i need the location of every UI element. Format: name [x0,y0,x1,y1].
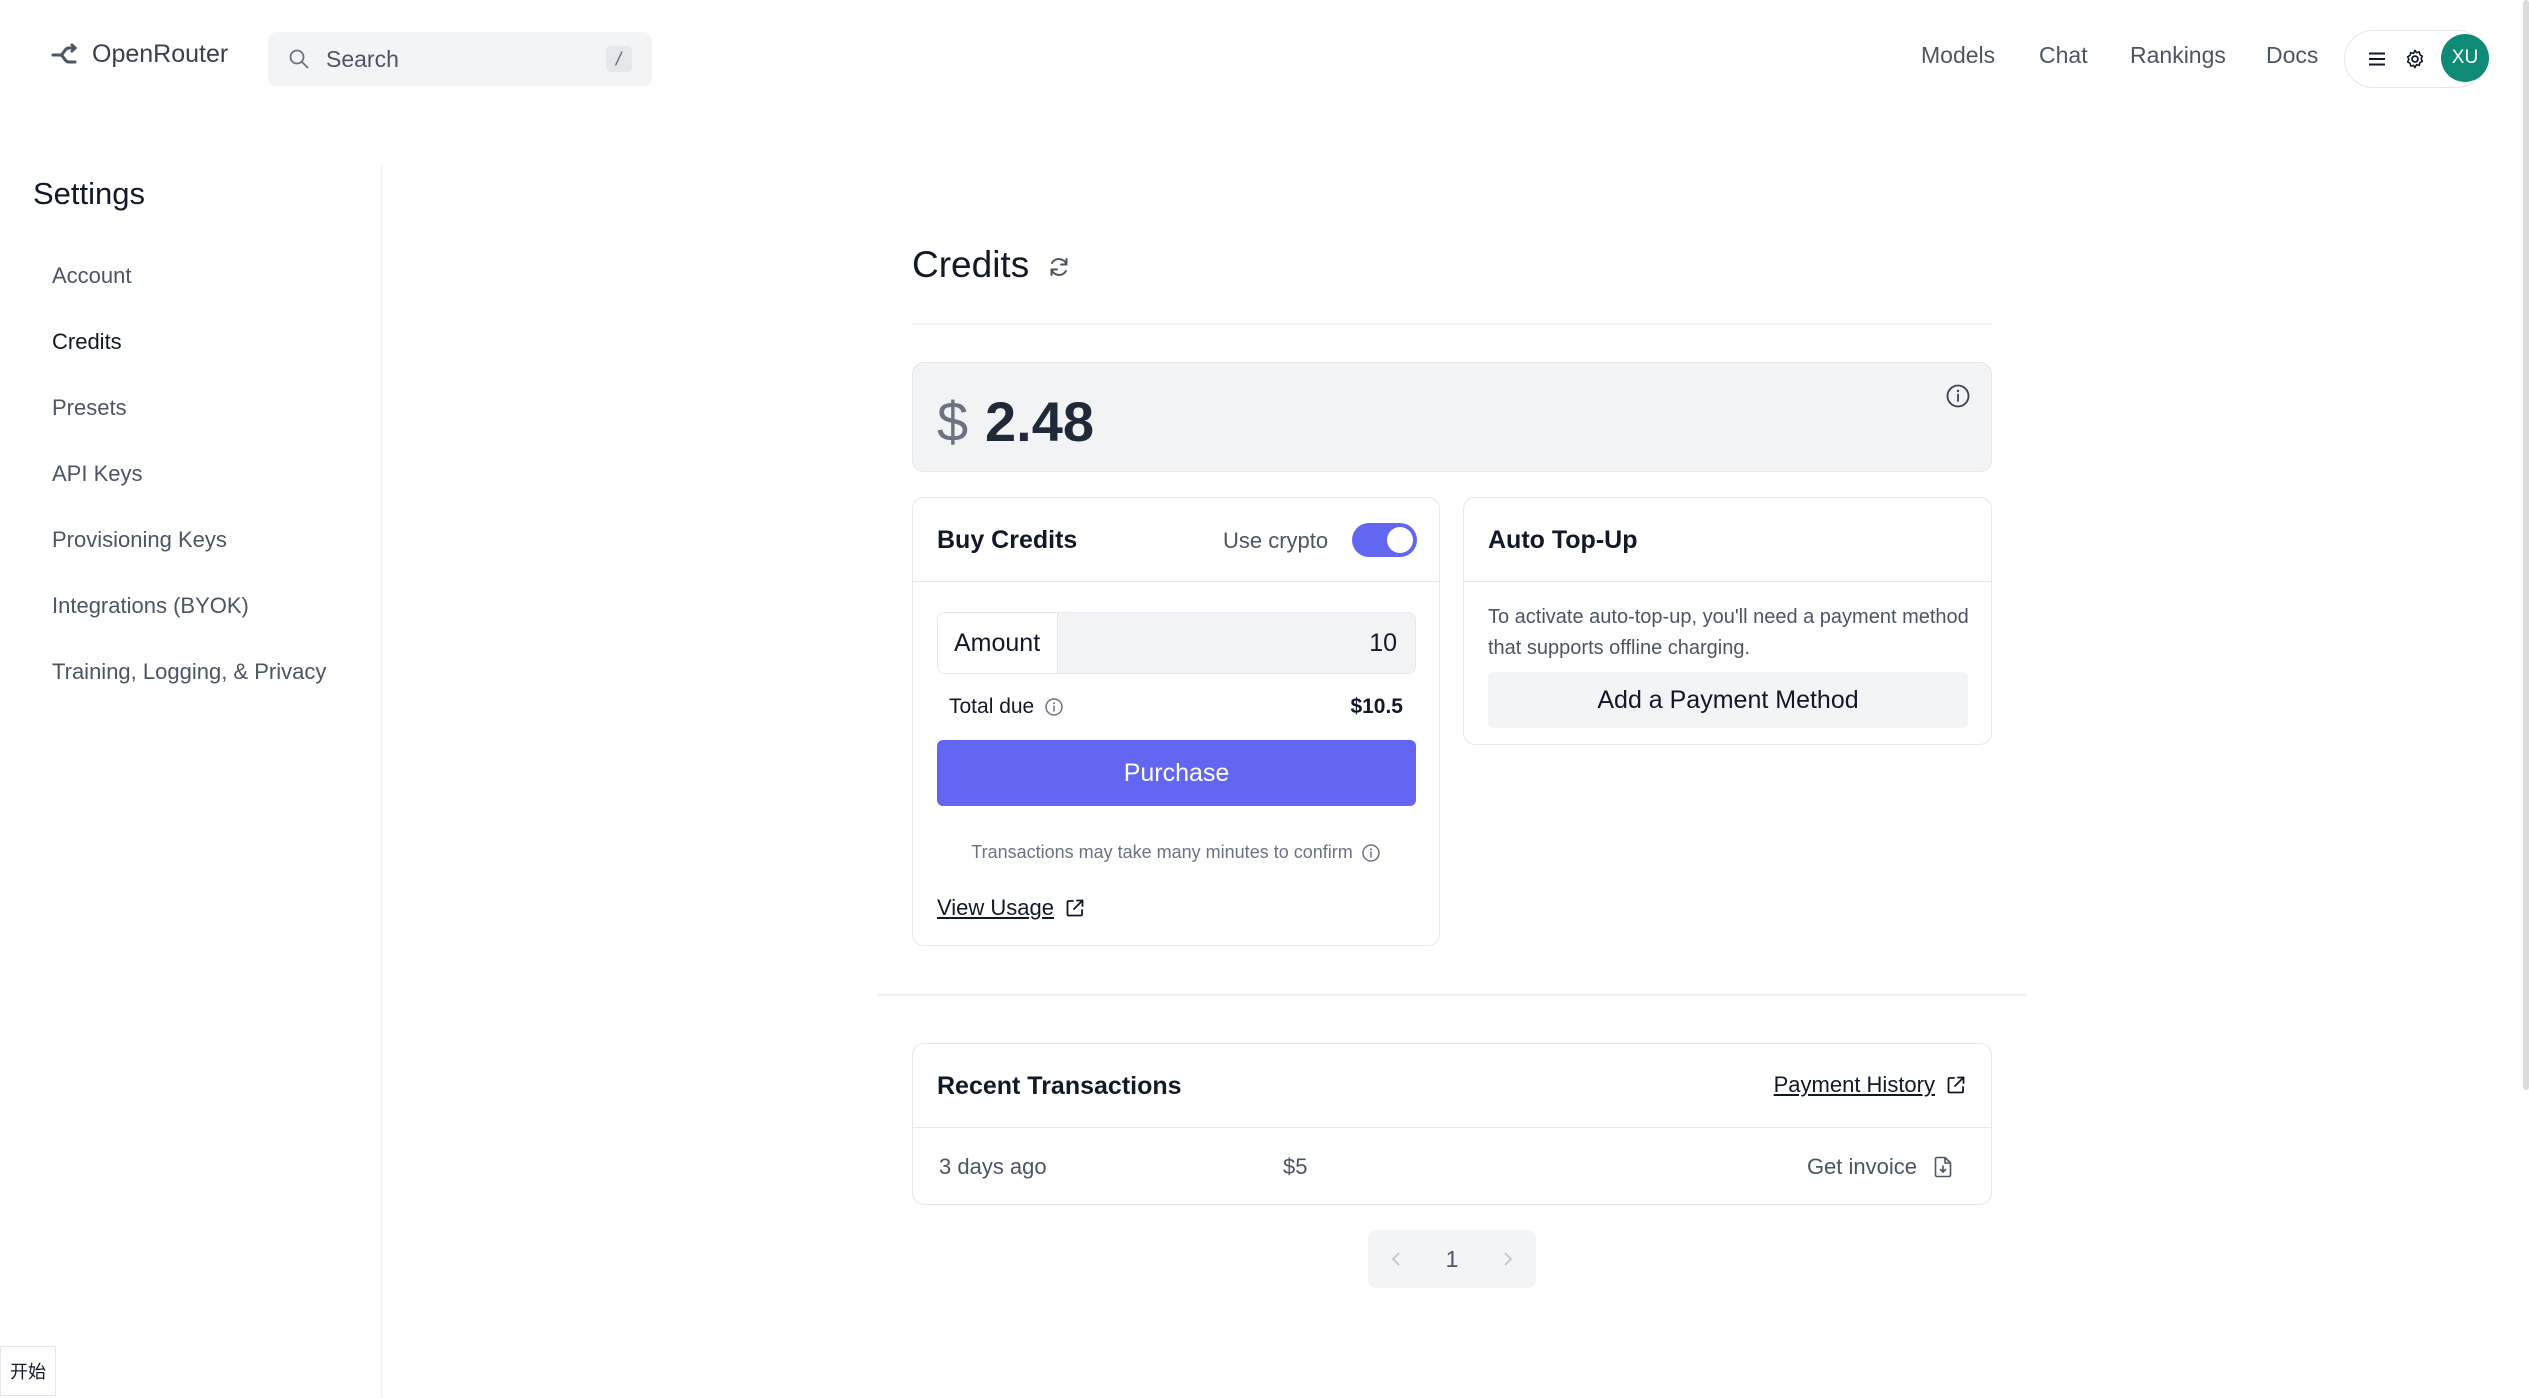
search-icon [289,49,309,69]
sidebar-item-account[interactable]: Account [52,263,132,289]
openrouter-logo-icon [51,42,77,63]
info-icon[interactable] [1361,843,1381,863]
payment-history-link[interactable]: Payment History [1774,1072,1967,1098]
buy-credits-card: Buy Credits Use crypto Amount 10 Total d… [912,497,1440,946]
sidebar-item-api-keys[interactable]: API Keys [52,461,142,487]
search-shortcut-hint: / [606,46,632,72]
start-button[interactable]: 开始 [0,1346,56,1396]
pagination: 1 [1368,1230,1536,1288]
get-invoice-label: Get invoice [1806,1154,1917,1179]
add-payment-method-button[interactable]: Add a Payment Method [1488,672,1968,728]
sidebar-item-privacy[interactable]: Training, Logging, & Privacy [52,659,326,685]
auto-topup-description: To activate auto-top-up, you'll need a p… [1488,606,1969,659]
use-crypto-toggle[interactable] [1352,523,1417,557]
brand-name: OpenRouter [92,40,229,68]
sidebar-item-integrations[interactable]: Integrations (BYOK) [52,593,249,619]
info-icon[interactable] [1044,697,1064,717]
top-header: OpenRouter Search / Models Chat Rankings… [0,0,2529,118]
nav-rankings[interactable]: Rankings [2130,42,2226,69]
purchase-button[interactable]: Purchase [937,740,1416,806]
search-placeholder: Search [326,45,399,72]
user-menu[interactable]: XU [2344,30,2489,88]
recent-transactions-card: Recent Transactions Payment History 3 da… [912,1043,1992,1205]
sidebar-item-credits[interactable]: Credits [52,329,122,355]
sidebar-title: Settings [33,176,146,211]
balance-currency: $ [937,390,969,453]
get-invoice-button[interactable]: Get invoice [1807,1154,1953,1180]
title-divider [912,323,1992,325]
sidebar-item-presets[interactable]: Presets [52,395,127,421]
toggle-knob [1387,527,1413,553]
section-divider [877,994,2027,996]
settings-sidebar: Settings Account Credits Presets API Key… [0,165,382,1398]
buy-credits-title: Buy Credits [937,526,1078,554]
avatar[interactable]: XU [2441,34,2489,82]
amount-input[interactable]: 10 [1058,613,1415,673]
refresh-icon[interactable] [1047,255,1071,279]
total-due: Total due [949,695,1064,719]
gear-icon[interactable] [2403,47,2427,71]
external-link-icon [1066,899,1084,917]
total-due-value: $10.5 [1350,695,1403,718]
auto-topup-header: Auto Top-Up [1464,498,1991,582]
page-title-text: Credits [912,244,1030,285]
menu-icon[interactable] [2365,47,2389,71]
transaction-amount: $5 [1283,1154,1308,1179]
transaction-date: 3 days ago [939,1154,1047,1179]
amount-label: Amount [938,613,1058,673]
auto-topup-title: Auto Top-Up [1488,526,1638,554]
buy-credits-header: Buy Credits Use crypto [913,498,1439,582]
document-icon [1934,1156,1952,1178]
payment-history-label: Payment History [1773,1072,1935,1097]
chevron-left-icon[interactable] [1386,1249,1406,1269]
total-due-label: Total due [949,695,1035,718]
balance-amount: 2.48 [985,390,1094,453]
page-title: Credits [912,244,1071,286]
amount-field[interactable]: Amount 10 [937,612,1416,674]
external-link-icon [1947,1076,1965,1094]
view-usage-link[interactable]: View Usage [937,895,1086,921]
search-input[interactable]: Search / [268,32,652,86]
view-usage-label: View Usage [937,895,1054,920]
recent-transactions-header: Recent Transactions Payment History [913,1044,1991,1128]
chevron-right-icon[interactable] [1498,1249,1518,1269]
page-scrollbar[interactable] [2523,0,2529,1090]
current-page[interactable]: 1 [1446,1246,1459,1273]
table-row: 3 days ago $5 Get invoice [913,1128,1991,1206]
transaction-note: Transactions may take many minutes to co… [913,842,1439,863]
auto-topup-card: Auto Top-Up To activate auto-top-up, you… [1463,497,1992,745]
credit-balance-panel: $ 2.48 [912,362,1992,472]
sidebar-item-provisioning-keys[interactable]: Provisioning Keys [52,527,227,553]
nav-models[interactable]: Models [1921,42,1995,69]
info-icon[interactable] [1945,383,1971,409]
recent-transactions-title: Recent Transactions [937,1072,1182,1100]
nav-chat[interactable]: Chat [2039,42,2088,69]
transaction-note-text: Transactions may take many minutes to co… [971,842,1353,862]
use-crypto-label: Use crypto [1223,528,1329,553]
nav-docs[interactable]: Docs [2266,42,2318,69]
brand-logo[interactable]: OpenRouter [50,40,228,69]
